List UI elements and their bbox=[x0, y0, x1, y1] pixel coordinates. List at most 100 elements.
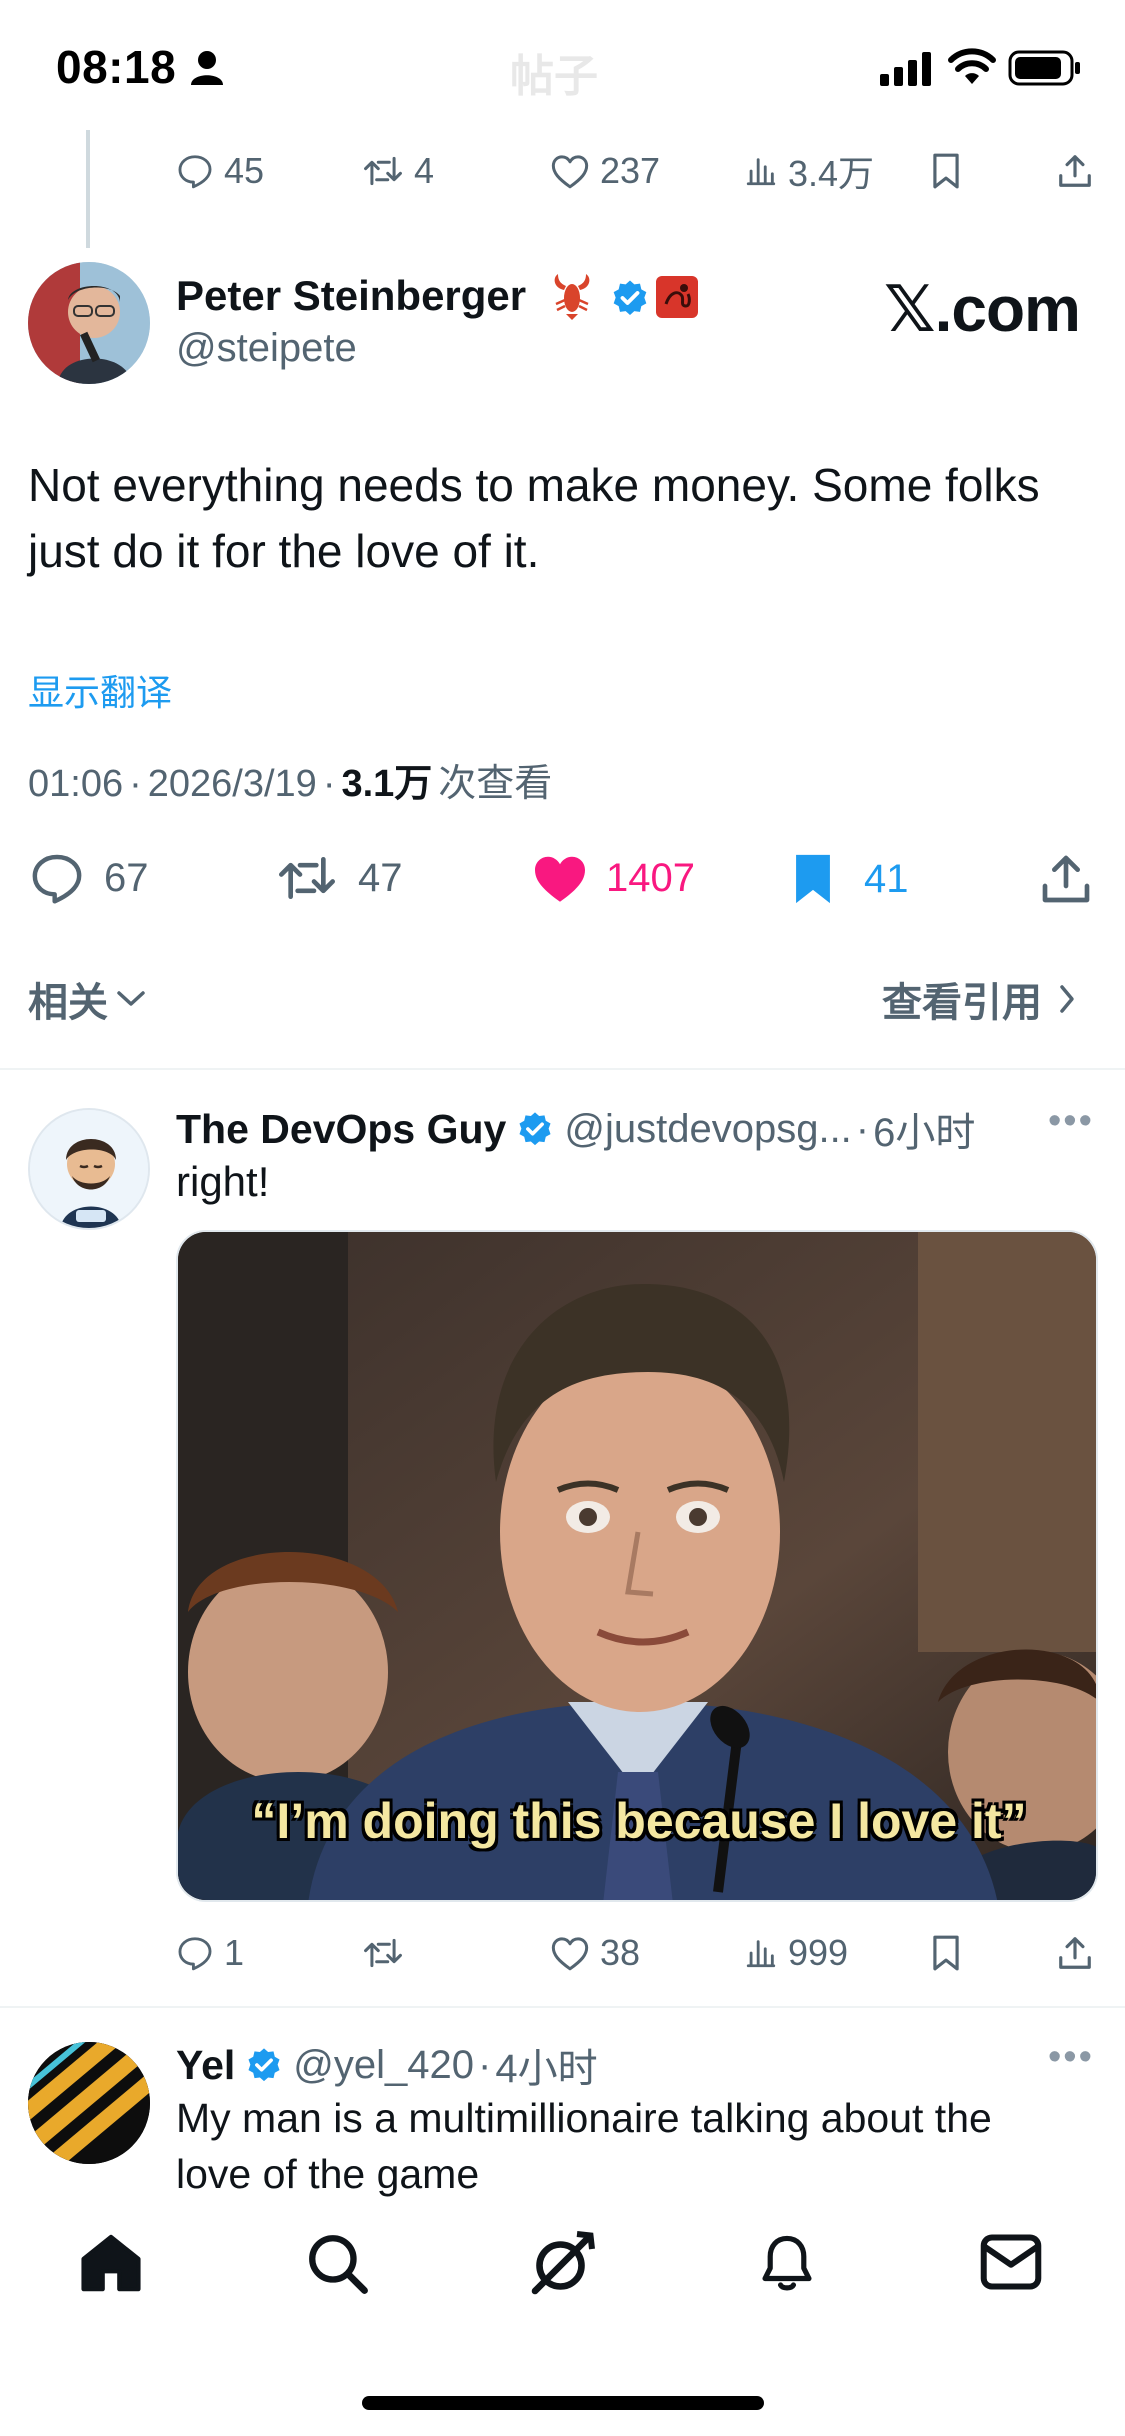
status-title: 帖子 bbox=[510, 52, 598, 101]
reply1-author-handle[interactable]: @justdevopsg... bbox=[564, 1107, 851, 1152]
related-dropdown[interactable]: 相关 bbox=[28, 970, 146, 1028]
bookmark-icon bbox=[933, 153, 959, 189]
analytics-icon bbox=[746, 1940, 776, 1968]
reply2-avatar[interactable] bbox=[28, 2042, 150, 2164]
lobster-icon bbox=[554, 274, 590, 320]
reply-icon bbox=[32, 854, 82, 904]
person-icon bbox=[191, 51, 223, 85]
prev-post-actions: 45 4 237 3.4万 bbox=[176, 148, 1100, 194]
bookmark-button[interactable] bbox=[930, 1934, 962, 1972]
share-button[interactable] bbox=[1056, 151, 1094, 191]
like-button[interactable]: 1407 bbox=[530, 850, 695, 906]
author-avatar[interactable] bbox=[28, 262, 150, 384]
divider bbox=[0, 2006, 1125, 2008]
avatar-stripes bbox=[28, 2042, 150, 2164]
views-count: 3.4万 bbox=[788, 153, 875, 194]
search-icon bbox=[309, 2235, 368, 2294]
reply-count: 67 bbox=[104, 855, 149, 900]
bookmark-icon bbox=[933, 1935, 959, 1971]
tab-search[interactable] bbox=[304, 2230, 370, 2296]
heart-icon bbox=[551, 155, 589, 189]
reply2-time: 4小时 bbox=[495, 2047, 598, 2091]
thread-line bbox=[86, 130, 90, 248]
bookmark-filled-icon bbox=[796, 854, 830, 904]
home-icon bbox=[81, 2234, 141, 2292]
reply1-actions: 1 38 999 bbox=[176, 1930, 1100, 1976]
more-options-icon[interactable]: ••• bbox=[1048, 1100, 1094, 1143]
share-icon bbox=[1059, 1937, 1091, 1969]
grok-icon bbox=[531, 2231, 595, 2295]
views-button[interactable]: 999 bbox=[744, 1932, 848, 1974]
reply-button[interactable]: 45 bbox=[176, 150, 264, 192]
more-options-icon[interactable]: ••• bbox=[1048, 2036, 1094, 2079]
wifi-icon bbox=[948, 48, 996, 84]
heart-icon bbox=[551, 1937, 589, 1971]
analytics-icon bbox=[746, 158, 776, 186]
repost-button[interactable] bbox=[362, 1934, 404, 1972]
post-views-label: 次查看 bbox=[438, 763, 553, 805]
reply1-avatar[interactable] bbox=[28, 1108, 150, 1230]
reply2-author-name[interactable]: Yel bbox=[176, 2042, 235, 2089]
reply-button[interactable]: 67 bbox=[28, 850, 149, 906]
tab-grok[interactable] bbox=[526, 2228, 598, 2300]
show-translation-link[interactable]: 显示翻译 bbox=[28, 664, 172, 716]
separator-dot: · bbox=[129, 763, 142, 805]
related-label: 相关 bbox=[28, 981, 108, 1025]
post-date: 2026/3/19 bbox=[147, 763, 317, 805]
like-button[interactable]: 237 bbox=[550, 150, 660, 192]
repost-icon bbox=[364, 1938, 402, 1968]
main-post-actions: 67 47 1407 41 bbox=[28, 850, 1098, 910]
chevron-down-icon bbox=[117, 991, 145, 1006]
reply-icon bbox=[178, 1937, 212, 1971]
battery-icon bbox=[1008, 50, 1080, 86]
affiliate-badge-icon bbox=[656, 276, 698, 318]
verified-badge-icon bbox=[248, 2048, 280, 2082]
author-name[interactable]: Peter Steinberger bbox=[176, 272, 526, 320]
post-views-count: 3.1万 bbox=[341, 763, 433, 805]
bell-icon bbox=[762, 2235, 812, 2291]
reply2-header: Yel @yel_420 · 4小时 bbox=[176, 2036, 598, 2094]
meme-caption: “I’m doing this because I love it” bbox=[251, 1793, 1027, 1849]
like-count: 38 bbox=[600, 1932, 641, 1973]
separator-dot: · bbox=[855, 1106, 870, 1151]
share-button[interactable] bbox=[1038, 850, 1094, 908]
cellular-signal-icon bbox=[880, 52, 931, 86]
mail-icon bbox=[980, 2234, 1042, 2290]
share-icon bbox=[1059, 155, 1091, 187]
bookmark-button[interactable]: 41 bbox=[788, 850, 909, 908]
reply1-text: right! bbox=[176, 1158, 270, 1205]
like-button[interactable]: 38 bbox=[550, 1932, 640, 1974]
share-button[interactable] bbox=[1056, 1933, 1094, 1973]
reply1-author-name[interactable]: The DevOps Guy bbox=[176, 1106, 506, 1153]
repost-icon bbox=[364, 156, 402, 186]
reply1-time: 6小时 bbox=[873, 1111, 976, 1155]
like-count: 1407 bbox=[606, 855, 695, 900]
view-quotes-label: 查看引用 bbox=[882, 981, 1042, 1025]
reply-button[interactable]: 1 bbox=[176, 1932, 244, 1974]
like-count: 237 bbox=[600, 150, 661, 191]
reply-count: 1 bbox=[224, 1932, 245, 1973]
tab-messages[interactable] bbox=[978, 2232, 1044, 2292]
bookmark-button[interactable] bbox=[930, 152, 962, 190]
repost-count: 47 bbox=[358, 855, 403, 900]
author-handle[interactable]: @steipete bbox=[176, 326, 357, 371]
tab-notifications[interactable] bbox=[756, 2230, 818, 2296]
reply1-image[interactable]: “I’m doing this because I love it” bbox=[176, 1230, 1098, 1902]
tab-home[interactable] bbox=[78, 2230, 144, 2296]
share-icon bbox=[1042, 855, 1090, 903]
repost-button[interactable]: 4 bbox=[362, 150, 434, 192]
reply1-header: The DevOps Guy @justdevopsg... · 6小时 bbox=[176, 1100, 1016, 1158]
reply2-author-handle[interactable]: @yel_420 bbox=[293, 2043, 474, 2088]
home-indicator bbox=[362, 2396, 764, 2410]
avatar-photo bbox=[28, 262, 150, 384]
status-time: 08:18 bbox=[56, 41, 177, 93]
reply-count: 45 bbox=[224, 150, 265, 191]
post-time: 01:06 bbox=[28, 763, 124, 805]
views-button[interactable]: 3.4万 bbox=[744, 145, 874, 197]
repost-button[interactable]: 47 bbox=[274, 850, 403, 906]
verified-badge-icon bbox=[613, 280, 647, 315]
view-quotes-link[interactable]: 查看引用 bbox=[882, 970, 1076, 1028]
post-meta: 01:06 · 2026/3/19 · 3.1万 次查看 bbox=[28, 752, 552, 807]
bookmark-count: 41 bbox=[864, 856, 909, 901]
views-count: 999 bbox=[788, 1932, 849, 1973]
